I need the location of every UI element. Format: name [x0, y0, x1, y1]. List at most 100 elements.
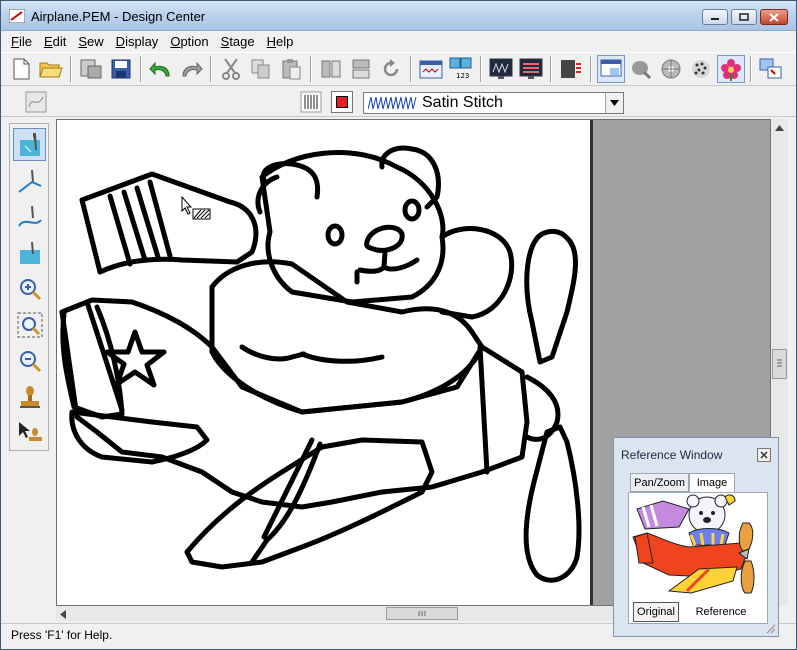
- reference-image-panel: Original Reference: [628, 492, 768, 624]
- horizontal-scroll-thumb[interactable]: [386, 607, 458, 620]
- import-button[interactable]: [77, 55, 105, 83]
- stitch-stage-button[interactable]: [687, 55, 715, 83]
- menu-edit[interactable]: Edit: [38, 34, 72, 49]
- chevron-down-icon: [610, 100, 619, 106]
- line-tool[interactable]: [13, 164, 46, 197]
- select-tool[interactable]: [13, 128, 46, 161]
- satin-stitch-icon: [368, 96, 417, 110]
- rotate-icon: [383, 59, 399, 77]
- menu-help[interactable]: Help: [261, 34, 300, 49]
- vertical-scroll-thumb[interactable]: [772, 349, 787, 379]
- tab-image[interactable]: Image: [689, 473, 735, 493]
- open-folder-icon: [39, 62, 63, 78]
- scroll-up-icon[interactable]: [775, 125, 784, 131]
- stitch-type-select[interactable]: Satin Stitch: [363, 92, 624, 114]
- reference-close-button[interactable]: [757, 448, 771, 462]
- new-file-icon: [13, 58, 30, 80]
- select-stamp-tool[interactable]: [13, 416, 46, 449]
- reference-button[interactable]: Reference: [681, 602, 761, 622]
- menu-bar: File Edit Sew Display Option Stage Help: [1, 31, 796, 51]
- zoom-fit-icon: [17, 312, 42, 337]
- close-icon: [769, 12, 779, 22]
- layout-editing-button[interactable]: [757, 55, 785, 83]
- maximize-button[interactable]: [731, 9, 757, 25]
- flower-icon: [721, 59, 741, 81]
- layout-editing-icon: [759, 58, 782, 79]
- region-stitch-icon[interactable]: [300, 91, 322, 113]
- reference-window: Reference Window Pan/Zoom Image Original…: [613, 437, 779, 637]
- stitch-type-label: Satin Stitch: [422, 94, 503, 111]
- undo-button[interactable]: [147, 55, 175, 83]
- realistic-preview-button[interactable]: [517, 55, 545, 83]
- thread-color-swatch: [336, 96, 348, 108]
- paste-button[interactable]: [277, 55, 305, 83]
- mirror-icon: [352, 59, 370, 79]
- paste-icon: [282, 59, 301, 80]
- dropdown-arrow[interactable]: [605, 93, 623, 113]
- new-file-button[interactable]: [7, 55, 35, 83]
- copy-button[interactable]: [247, 55, 275, 83]
- save-button[interactable]: [107, 55, 135, 83]
- maximize-icon: [739, 13, 749, 21]
- stitch-preview-icon: [489, 58, 513, 79]
- write-to-card-button[interactable]: [557, 55, 585, 83]
- scroll-left-icon[interactable]: [60, 610, 66, 619]
- design-page-button[interactable]: [417, 55, 445, 83]
- reference-window-button[interactable]: [597, 55, 625, 83]
- sew-setting-stage-button[interactable]: [657, 55, 685, 83]
- scissors-icon: [222, 58, 240, 80]
- flower-stage-button[interactable]: [717, 55, 745, 83]
- stamp-tool[interactable]: [13, 380, 46, 413]
- menu-file[interactable]: File: [5, 34, 38, 49]
- window-title: Airplane.PEM - Design Center: [31, 9, 206, 24]
- flip-button[interactable]: [317, 55, 345, 83]
- grip-icon: [777, 359, 782, 367]
- line-stitch-icon[interactable]: [25, 91, 47, 113]
- close-button[interactable]: [760, 9, 788, 25]
- outline-stage-icon: [632, 61, 652, 80]
- menu-display[interactable]: Display: [110, 34, 165, 49]
- zoom-out-icon: [19, 350, 41, 372]
- copy-icon: [251, 59, 270, 79]
- cut-button[interactable]: [217, 55, 245, 83]
- line-needle-icon: [17, 169, 41, 193]
- minimize-icon: [711, 18, 719, 20]
- reference-window-icon: [600, 59, 622, 77]
- realistic-preview-icon: [519, 58, 543, 79]
- sewing-order-button[interactable]: 123: [447, 55, 475, 83]
- curve-tool[interactable]: [13, 200, 46, 233]
- open-file-button[interactable]: [37, 55, 65, 83]
- zoom-to-fit-tool[interactable]: [13, 308, 46, 341]
- minimize-button[interactable]: [702, 9, 728, 25]
- write-card-icon: [561, 60, 581, 78]
- status-help-text: Press 'F1' for Help.: [11, 628, 113, 642]
- menu-stage[interactable]: Stage: [215, 34, 261, 49]
- app-window: Airplane.PEM - Design Center File Edit S…: [0, 0, 797, 650]
- select-pen-icon: [19, 132, 40, 156]
- stamp-icon: [19, 385, 40, 408]
- menu-option[interactable]: Option: [164, 34, 214, 49]
- original-button[interactable]: Original: [633, 602, 679, 622]
- mirror-button[interactable]: [347, 55, 375, 83]
- zoom-out-tool[interactable]: [13, 344, 46, 377]
- thread-color-button[interactable]: [331, 91, 353, 113]
- tab-pan-zoom[interactable]: Pan/Zoom: [630, 473, 689, 492]
- preview-button[interactable]: [487, 55, 515, 83]
- fill-needle-icon: [19, 241, 40, 264]
- rotate-button[interactable]: [377, 55, 405, 83]
- zoom-in-tool[interactable]: [13, 272, 46, 305]
- menu-sew[interactable]: Sew: [72, 34, 109, 49]
- redo-button[interactable]: [177, 55, 205, 83]
- app-icon: [9, 9, 25, 23]
- main-toolbar: 123: [1, 52, 796, 86]
- title-bar[interactable]: Airplane.PEM - Design Center: [1, 1, 796, 31]
- design-page-icon: [419, 60, 443, 79]
- resize-grip-icon[interactable]: [766, 624, 776, 634]
- reference-image: [632, 494, 755, 594]
- import-icon: [80, 59, 102, 79]
- design-page[interactable]: [57, 120, 590, 605]
- close-icon: [760, 451, 768, 459]
- fill-tool[interactable]: [13, 236, 46, 269]
- grip-icon: [418, 611, 426, 616]
- outline-stage-button[interactable]: [627, 55, 655, 83]
